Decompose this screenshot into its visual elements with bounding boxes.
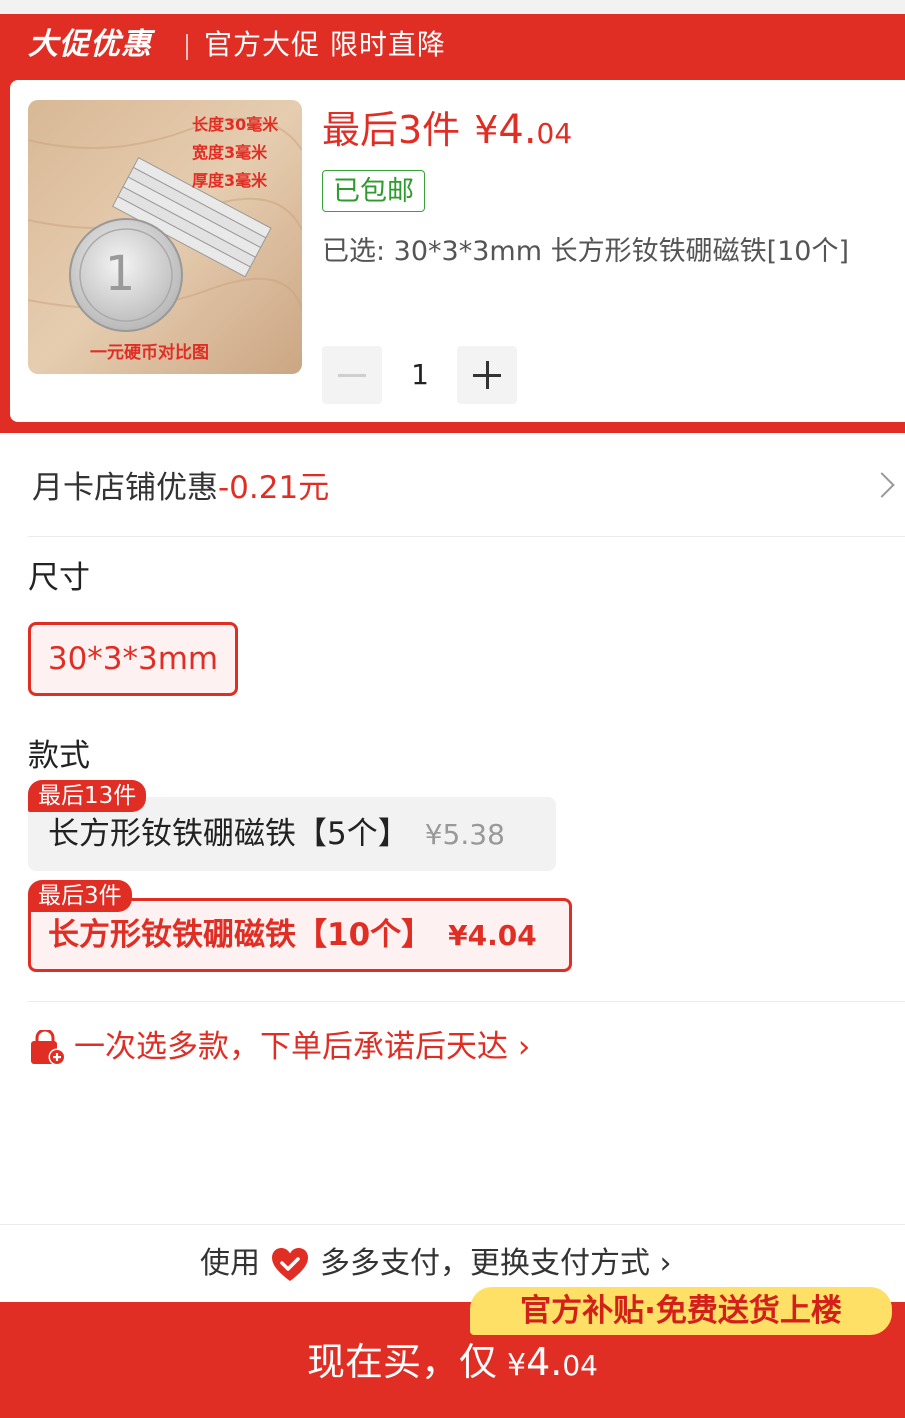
payment-prefix: 使用: [200, 1246, 260, 1281]
product-thumbnail[interactable]: 1 长度30毫米 宽度3毫米 厚度3毫米 一元硬币对比图: [28, 100, 302, 374]
style-option-price: ¥5.38: [424, 818, 505, 851]
quantity-value[interactable]: 1: [400, 346, 440, 404]
quantity-decrease-button[interactable]: [322, 346, 382, 404]
top-strip: [0, 0, 905, 14]
svg-text:1: 1: [105, 246, 136, 302]
buy-price-decimal: 04: [562, 1349, 598, 1382]
style-option-name: 长方形钕铁硼磁铁【5个】: [48, 816, 409, 852]
multi-select-text: 一次选多款，下单后承诺后天达 ›: [74, 1029, 531, 1065]
minus-icon: [338, 374, 366, 377]
buy-label: 现在买，仅: [306, 1340, 497, 1384]
size-section-title: 尺寸: [28, 560, 90, 596]
image-label-thickness: 厚度3毫米: [192, 171, 268, 190]
divider: [28, 536, 905, 537]
coupon-amount: -0.21元: [218, 470, 330, 506]
store-coupon-row[interactable]: 月卡店铺优惠-0.21元: [0, 440, 905, 536]
coupon-label: 月卡店铺优惠: [32, 470, 218, 506]
quantity-increase-button[interactable]: [457, 346, 517, 404]
promo-logo: 大促优惠: [28, 27, 152, 62]
stock-tag: 最后3件: [28, 880, 132, 912]
style-option-price: ¥4.04: [448, 919, 537, 952]
price-currency: ¥: [474, 108, 499, 152]
price-integer: 4.: [498, 107, 537, 153]
heart-pay-icon: [272, 1247, 308, 1281]
promo-header: 大促优惠 官方大促 限时直降: [0, 14, 905, 78]
promo-slogan: 官方大促 限时直降: [204, 28, 446, 61]
image-label-coin: 一元硬币对比图: [90, 342, 209, 363]
stock-tag: 最后13件: [28, 780, 147, 812]
product-price: 最后3件 ¥4.04: [322, 104, 572, 164]
style-section-title: 款式: [28, 738, 90, 774]
coupon-text: 月卡店铺优惠-0.21元: [32, 466, 329, 510]
size-option[interactable]: 30*3*3mm: [28, 622, 238, 696]
selected-variant-text: 已选: 30*3*3mm 长方形钕铁硼磁铁[10个]: [322, 236, 850, 267]
divider: [28, 1001, 905, 1002]
payment-suffix: 多多支付，更换支付方式 ›: [320, 1246, 672, 1281]
image-label-length: 长度30毫米: [192, 115, 279, 134]
buy-price-integer: 4.: [526, 1340, 563, 1384]
image-label-width: 宽度3毫米: [192, 143, 268, 162]
style-option-name: 长方形钕铁硼磁铁【10个】: [48, 917, 433, 953]
product-stock-text: 最后3件: [322, 108, 461, 152]
free-shipping-badge: 已包邮: [322, 170, 425, 212]
price-decimal: 04: [536, 117, 573, 150]
chevron-right-icon: [869, 472, 895, 498]
shopping-bag-plus-icon: [31, 1030, 66, 1066]
promo-divider: [186, 34, 188, 60]
buy-currency: ¥: [507, 1348, 527, 1383]
subsidy-badge: 官方补贴·免费送货上楼: [470, 1287, 892, 1335]
